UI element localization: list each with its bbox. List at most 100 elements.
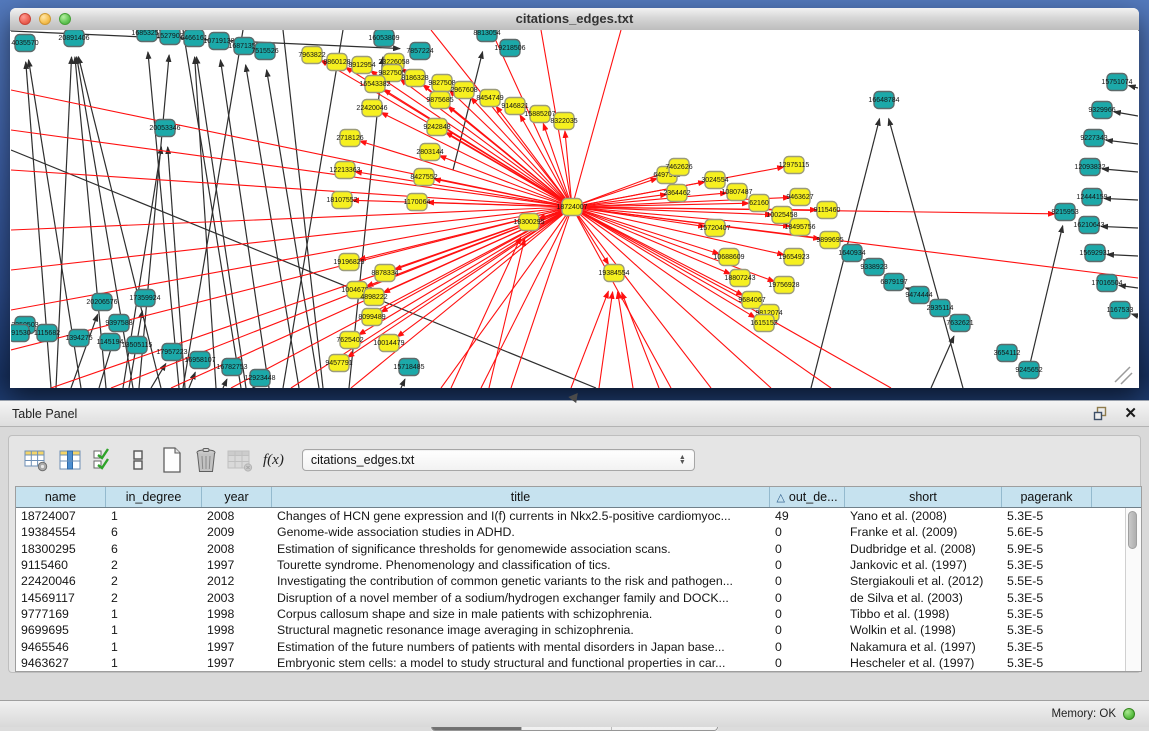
graph-node[interactable]: 62160 [749,195,769,212]
graph-node[interactable]: 9899695 [816,232,843,249]
graph-node[interactable]: 2935114 [927,300,954,317]
graph-node[interactable]: 12213363 [329,162,360,179]
graph-node[interactable]: 1170064 [404,194,431,211]
table-row[interactable]: 1872400712008Changes of HCN gene express… [16,508,1141,524]
graph-node[interactable]: 1640934 [838,245,865,262]
column-header-title[interactable]: title [272,487,770,507]
graph-node[interactable]: 2967608 [450,82,477,99]
graph-node[interactable]: 2803144 [416,144,443,161]
graph-node[interactable]: 7462626 [665,159,692,176]
graph-node[interactable]: 12923448 [244,370,275,387]
graph-node[interactable]: 8454749 [476,90,503,107]
graph-node[interactable]: 1615152 [750,315,777,332]
trash-icon[interactable] [191,446,221,474]
graph-node[interactable]: 10807487 [721,184,752,201]
graph-node[interactable]: 9457791 [325,355,352,372]
graph-node[interactable]: 1167533 [1107,302,1134,319]
graph-node[interactable]: 19654923 [778,249,809,266]
graph-node[interactable]: 9227343 [1080,130,1107,147]
table-row[interactable]: 977716911998Corpus callosum shape and si… [16,606,1141,622]
column-header-out_de[interactable]: △out_de... [770,487,845,507]
graph-node[interactable]: 8427552 [410,169,437,186]
graph-node[interactable]: 9474444 [905,287,932,304]
graph-node[interactable]: 19756928 [768,277,799,294]
scrollbar-thumb[interactable] [1128,511,1137,549]
function-icon[interactable]: f(x) [263,452,284,469]
graph-node[interactable]: 2364462 [663,185,690,202]
graph-node[interactable]: 9397588 [105,315,132,332]
graph-node[interactable]: 7857224 [406,43,433,60]
graph-node[interactable]: 16782753 [216,359,247,376]
graph-node[interactable]: 15692931 [1079,245,1110,262]
graph-node[interactable]: 391530 [11,325,31,342]
graph-node[interactable]: 18807243 [724,270,755,287]
graph-node[interactable]: 9329966 [1088,102,1115,119]
graph-node[interactable]: 19196829 [333,254,364,271]
table-row[interactable]: 1938455462009Genome-wide association stu… [16,524,1141,540]
graph-node[interactable]: 19384554 [598,265,629,282]
resize-grip-icon[interactable] [1115,367,1132,384]
graph-node[interactable]: 8099489 [358,309,385,326]
graph-node[interactable]: 9875685 [426,92,453,109]
graph-node[interactable]: 6879197 [880,274,907,291]
graph-node[interactable]: 15718485 [393,359,424,376]
graph-node[interactable]: 3654112 [994,345,1021,362]
network-canvas[interactable]: 7963822886012889129542322605898275051654… [11,30,1138,388]
column-header-name[interactable]: name [16,487,106,507]
graph-node[interactable]: 8813054 [473,30,500,42]
graph-node[interactable]: 1145194 [97,334,124,351]
graph-node[interactable]: 9245652 [1015,362,1042,379]
table-row[interactable]: 911546021997Tourette syndrome. Phenomeno… [16,557,1141,573]
memory-ok-icon[interactable] [1123,708,1135,720]
table-row[interactable]: 1456911722003Disruption of a novel membe… [16,589,1141,605]
graph-node[interactable]: 15751074 [1101,74,1132,91]
graph-node[interactable]: 8912954 [348,57,375,74]
graph-node[interactable]: 8322035 [550,113,577,130]
graph-node[interactable]: 9242848 [423,119,450,136]
graph-node[interactable]: 4898222 [360,289,387,306]
table-settings-icon[interactable] [21,446,51,474]
row-check-icon[interactable] [89,446,119,474]
network-window-titlebar[interactable]: citations_edges.txt [10,8,1139,31]
graph-node[interactable]: 12093832 [1074,159,1105,176]
graph-node[interactable]: 1394275 [65,330,92,347]
table-row[interactable]: 969969511998Structural magnetic resonanc… [16,622,1141,638]
graph-node[interactable]: 4035570 [11,35,38,52]
graph-node[interactable]: 2718126 [336,130,363,147]
graph-node[interactable]: 8878334 [371,265,398,282]
new-document-icon[interactable] [157,446,187,474]
graph-node[interactable]: 20891406 [58,30,89,47]
graph-node[interactable]: 8215953 [1051,204,1078,221]
graph-node[interactable]: 7625402 [336,332,363,349]
graph-node[interactable]: 8186328 [401,70,428,87]
table-row[interactable]: 1830029562008Estimation of significance … [16,541,1141,557]
graph-node[interactable]: 7632621 [946,315,973,332]
graph-node[interactable]: 16648784 [868,92,899,109]
graph-node[interactable]: 9338923 [860,259,887,276]
vertical-scrollbar[interactable] [1125,508,1141,671]
table-row[interactable]: 946362711997Embryonic stem cells: a mode… [16,655,1141,671]
graph-node[interactable]: 9115460 [814,202,841,219]
close-panel-icon[interactable]: ✕ [1124,406,1137,421]
table-row[interactable]: 946554611997Estimation of the future num… [16,638,1141,654]
column-select-icon[interactable] [55,446,85,474]
graph-node[interactable]: 15720407 [699,220,730,237]
graph-node[interactable]: 1115682 [34,325,60,342]
column-header-in_degree[interactable]: in_degree [106,487,202,507]
graph-node[interactable]: 10688609 [713,249,744,266]
graph-node[interactable]: 20206576 [86,294,117,311]
column-header-short[interactable]: short [845,487,1002,507]
graph-node[interactable]: 19218506 [494,40,525,57]
graph-node[interactable]: 12975115 [779,157,810,174]
graph-node[interactable]: 7515526 [251,43,278,60]
float-window-icon[interactable] [1093,406,1108,421]
network-select[interactable]: citations_edges.txt ▲▼ [302,449,695,471]
graph-node[interactable]: 3024554 [701,172,728,189]
graph-node[interactable]: 17359924 [129,290,160,307]
graph-node[interactable]: 12444159 [1076,189,1107,206]
graph-node[interactable]: 9463627 [786,189,813,206]
graph-node[interactable]: 16210643 [1073,217,1104,234]
graph-node[interactable]: 16053809 [368,30,399,47]
graph-node[interactable]: 8860128 [323,54,350,71]
network-svg[interactable]: 7963822886012889129542322605898275051654… [11,30,1138,388]
